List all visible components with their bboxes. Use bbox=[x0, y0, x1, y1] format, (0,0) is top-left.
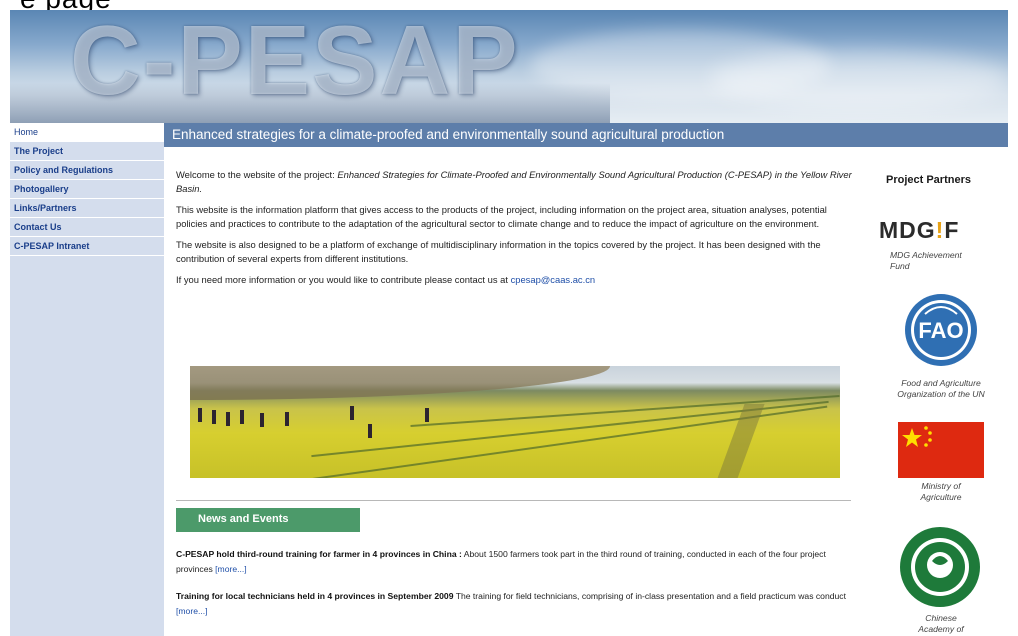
photo-person bbox=[285, 412, 289, 426]
photo-person bbox=[226, 412, 230, 426]
svg-text:FAO: FAO bbox=[918, 318, 963, 343]
mdg-logo[interactable]: MDG!F bbox=[879, 217, 959, 244]
intro-paragraph-4: If you need more information or you woul… bbox=[176, 274, 596, 285]
mdg-caption: MDG Achievement Fund bbox=[890, 250, 962, 271]
photo-person bbox=[425, 408, 429, 422]
photo-person bbox=[260, 413, 264, 427]
field-photo bbox=[190, 366, 840, 478]
site-logo[interactable]: C-PESAP bbox=[70, 10, 520, 117]
flag-stars-icon bbox=[902, 426, 932, 447]
intro-content: Welcome to the website of the project: E… bbox=[176, 168, 856, 294]
photo-person bbox=[212, 410, 216, 424]
sidebar-nav: Home The Project Policy and Regulations … bbox=[10, 123, 164, 636]
site-banner: C-PESAP bbox=[10, 10, 1008, 123]
fao-caption: Food and Agriculture Organization of the … bbox=[897, 378, 985, 399]
news-item: C-PESAP hold third-round training for fa… bbox=[176, 549, 826, 574]
nav-item-home[interactable]: Home bbox=[10, 123, 164, 142]
news-title: C-PESAP hold third-round training for fa… bbox=[176, 549, 462, 559]
photo-person bbox=[368, 424, 372, 438]
nav-item-intranet[interactable]: C-PESAP Intranet bbox=[10, 237, 164, 256]
news-more-link[interactable]: [more...] bbox=[215, 564, 247, 574]
nav-item-policy-and-regulations[interactable]: Policy and Regulations bbox=[10, 161, 164, 180]
photo-person bbox=[350, 406, 354, 420]
photo-path bbox=[715, 404, 765, 478]
news-heading: News and Events bbox=[176, 508, 360, 532]
partners-heading: Project Partners bbox=[886, 174, 971, 186]
page-title-bar: Enhanced strategies for a climate-proofe… bbox=[164, 123, 1008, 147]
intro-paragraph-1: Welcome to the website of the project: E… bbox=[176, 169, 852, 194]
nav-item-links-partners[interactable]: Links/Partners bbox=[10, 199, 164, 218]
fao-logo-icon[interactable]: FAO bbox=[903, 292, 979, 368]
news-item: Training for local technicians held in 4… bbox=[176, 591, 846, 616]
caas-caption: Chinese Academy of bbox=[918, 613, 964, 634]
caas-logo-icon[interactable] bbox=[898, 525, 982, 609]
banner-cloud bbox=[710, 50, 1008, 110]
photo-person bbox=[198, 408, 202, 422]
news-more-link[interactable]: [more...] bbox=[176, 606, 208, 616]
intro-paragraph-2: This website is the information platform… bbox=[176, 204, 827, 229]
nav-item-contact-us[interactable]: Contact Us bbox=[10, 218, 164, 237]
nav-item-the-project[interactable]: The Project bbox=[10, 142, 164, 161]
china-flag-icon[interactable] bbox=[898, 422, 984, 478]
photo-person bbox=[240, 410, 244, 424]
intro-paragraph-3: The website is also designed to be a pla… bbox=[176, 239, 821, 264]
section-divider bbox=[176, 500, 851, 501]
news-list: C-PESAP hold third-round training for fa… bbox=[176, 547, 856, 631]
news-title: Training for local technicians held in 4… bbox=[176, 591, 454, 601]
contact-email-link[interactable]: cpesap@caas.ac.cn bbox=[511, 274, 596, 285]
photo-hill bbox=[190, 366, 610, 400]
page-title: Enhanced strategies for a climate-proofe… bbox=[172, 127, 725, 142]
nav-item-photogallery[interactable]: Photogallery bbox=[10, 180, 164, 199]
moa-caption: Ministry of Agriculture bbox=[920, 481, 962, 502]
